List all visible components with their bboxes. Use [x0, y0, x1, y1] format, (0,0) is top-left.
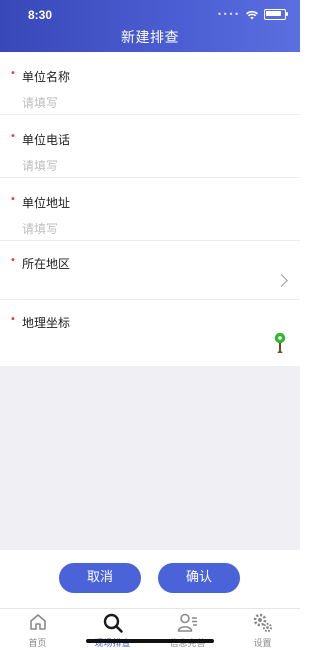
- required-mark: •: [10, 314, 16, 325]
- field-geo-coordinates[interactable]: • 地理坐标: [0, 300, 300, 368]
- search-icon: [103, 613, 123, 633]
- field-label: 单位电话: [22, 133, 71, 147]
- field-label: 地理坐标: [22, 316, 71, 330]
- location-pin-icon[interactable]: [274, 332, 286, 354]
- field-unit-phone[interactable]: • 单位电话 请填写: [0, 115, 300, 178]
- required-mark: •: [10, 194, 16, 205]
- confirm-button[interactable]: 确认: [158, 563, 240, 593]
- gear-icon: [253, 613, 272, 633]
- tab-bar: 首页 现场排查 信息完善 设置: [0, 608, 300, 650]
- chevron-right-icon[interactable]: [275, 274, 288, 287]
- required-mark: •: [10, 255, 16, 266]
- required-mark: •: [10, 68, 16, 79]
- unit-name-input[interactable]: 请填写: [22, 94, 58, 111]
- tab-label: 设置: [253, 639, 272, 649]
- cancel-button[interactable]: 取消: [59, 563, 141, 593]
- tab-label: 首页: [28, 639, 47, 649]
- unit-phone-input[interactable]: 请填写: [22, 157, 58, 174]
- tab-home[interactable]: 首页: [0, 609, 75, 650]
- tab-inspection[interactable]: 现场排查: [75, 609, 150, 650]
- app-header: 8:30 •••• 新建排查: [0, 0, 300, 52]
- action-bar: 取消 确认: [0, 550, 300, 608]
- required-mark: •: [10, 131, 16, 142]
- field-label: 单位地址: [22, 196, 71, 210]
- field-label: 单位名称: [22, 70, 71, 84]
- status-time: 8:30: [28, 8, 53, 22]
- inspection-form: • 单位名称 请填写 • 单位电话 请填写 • 单位地址 请填写 • 所在地区 …: [0, 52, 300, 368]
- field-unit-address[interactable]: • 单位地址 请填写: [0, 178, 300, 241]
- wifi-icon: [246, 10, 258, 19]
- signal-icon: ••••: [217, 10, 240, 19]
- unit-address-input[interactable]: 请填写: [22, 220, 58, 237]
- home-indicator: [86, 639, 214, 643]
- empty-area: [0, 366, 300, 550]
- status-icons: ••••: [217, 9, 288, 20]
- user-edit-icon: [177, 613, 197, 632]
- page-title: 新建排查: [121, 30, 179, 46]
- field-unit-name[interactable]: • 单位名称 请填写: [0, 52, 300, 115]
- home-icon: [29, 614, 46, 630]
- field-label: 所在地区: [22, 257, 71, 271]
- tab-settings[interactable]: 设置: [225, 609, 300, 650]
- tab-info[interactable]: 信息完善: [150, 609, 225, 650]
- battery-icon: [264, 9, 288, 20]
- field-region-select[interactable]: • 所在地区: [0, 241, 300, 300]
